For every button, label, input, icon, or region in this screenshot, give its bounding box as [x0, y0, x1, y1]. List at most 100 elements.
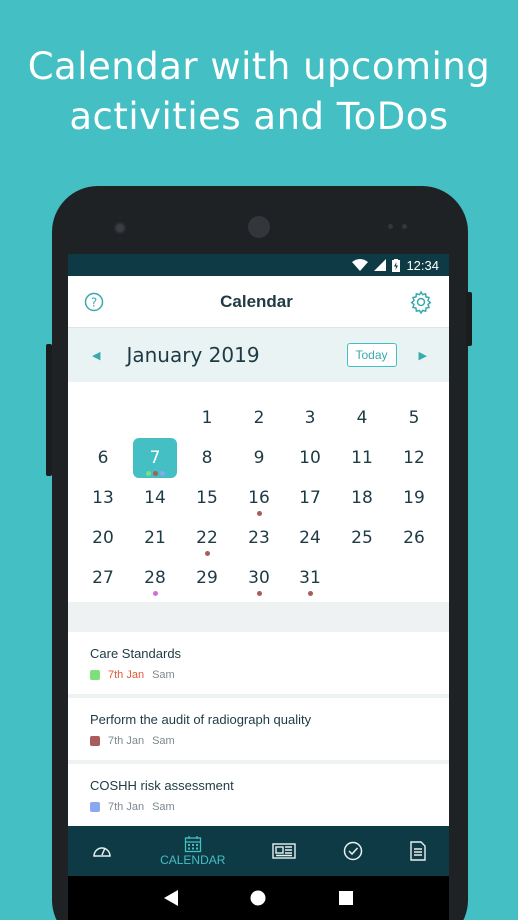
- calendar-day-number: 29: [196, 568, 218, 588]
- checkmark-circle-icon[interactable]: [343, 841, 363, 861]
- system-navigation-bar: [68, 876, 449, 920]
- calendar-day-number: 12: [403, 448, 425, 468]
- task-date: 7th Jan: [108, 735, 145, 747]
- calendar-day[interactable]: 17: [288, 478, 332, 518]
- nav-calendar[interactable]: CALENDAR: [160, 835, 225, 867]
- status-bar: 12:34: [68, 254, 449, 276]
- calendar-grid: 1 2 3 4 5 6 7 8 9 10 11 12 13 14 15 16 17 18 19 20 21 22 23 24 2…: [68, 382, 449, 602]
- calendar-day-number: 19: [403, 488, 425, 508]
- calendar-day[interactable]: 8: [185, 438, 229, 478]
- calendar-day[interactable]: 4: [340, 398, 384, 438]
- calendar-day[interactable]: 24: [288, 518, 332, 558]
- calendar-day-selected[interactable]: 7: [133, 438, 177, 478]
- calendar-day-number: 1: [201, 408, 213, 428]
- calendar-day[interactable]: 14: [133, 478, 177, 518]
- task-color-marker: [90, 736, 100, 746]
- calendar-day-number: 15: [196, 488, 218, 508]
- calendar-day[interactable]: 6: [81, 438, 125, 478]
- calendar-day-number: 18: [351, 488, 373, 508]
- task-date: 7th Jan: [108, 669, 145, 681]
- calendar-day-number: 27: [92, 568, 114, 588]
- calendar-day[interactable]: 28: [133, 558, 177, 598]
- event-dot: [204, 551, 210, 556]
- newspaper-icon[interactable]: [272, 842, 296, 860]
- headline-line-2: activities and ToDos: [69, 95, 449, 138]
- event-markers: [133, 471, 177, 476]
- task-title: Care Standards: [90, 646, 182, 661]
- task-meta: 7th Jan Sam: [90, 669, 427, 681]
- back-icon[interactable]: [164, 890, 179, 906]
- event-dot: [256, 511, 262, 516]
- document-icon[interactable]: [409, 841, 426, 861]
- home-icon[interactable]: [250, 890, 266, 906]
- calendar-day-number: 9: [253, 448, 265, 468]
- calendar-day[interactable]: 3: [288, 398, 332, 438]
- calendar-day[interactable]: 13: [81, 478, 125, 518]
- front-camera: [114, 222, 126, 234]
- today-button[interactable]: Today: [346, 343, 397, 367]
- recents-icon[interactable]: [338, 891, 353, 905]
- calendar-day[interactable]: 27: [81, 558, 125, 598]
- calendar-icon: [184, 836, 201, 853]
- task-assignee: Sam: [152, 801, 175, 813]
- task-assignee: Sam: [152, 669, 175, 681]
- nav-calendar-label: CALENDAR: [160, 853, 226, 867]
- calendar-day-number: 25: [351, 528, 373, 548]
- dashboard-icon[interactable]: [91, 840, 113, 862]
- calendar-day[interactable]: 25: [340, 518, 384, 558]
- svg-text:?: ?: [91, 295, 97, 309]
- calendar-day[interactable]: 16: [237, 478, 281, 518]
- calendar-day[interactable]: 29: [185, 558, 229, 598]
- wifi-icon: [352, 259, 369, 271]
- calendar-day[interactable]: 1: [185, 398, 229, 438]
- task-item[interactable]: Perform the audit of radiograph quality 7…: [68, 698, 449, 760]
- month-header: ◀ January 2019 Today ▶: [68, 328, 449, 382]
- month-title: January 2019: [126, 343, 260, 367]
- help-icon[interactable]: ?: [84, 292, 104, 312]
- event-markers: [288, 591, 332, 596]
- gear-icon[interactable]: [409, 290, 433, 314]
- calendar-day[interactable]: 11: [340, 438, 384, 478]
- calendar-day[interactable]: 23: [237, 518, 281, 558]
- earpiece-speaker: [248, 216, 270, 238]
- calendar-day[interactable]: 5: [392, 398, 436, 438]
- calendar-day[interactable]: 19: [392, 478, 436, 518]
- calendar-day[interactable]: 15: [185, 478, 229, 518]
- calendar-day[interactable]: 18: [340, 478, 384, 518]
- prev-month-icon[interactable]: ◀: [92, 349, 100, 362]
- calendar-day-number: 21: [144, 528, 166, 548]
- task-item[interactable]: COSHH risk assessment 7th Jan Sam: [68, 764, 449, 826]
- calendar-day-number: 11: [351, 448, 373, 468]
- calendar-day-number: 13: [92, 488, 114, 508]
- page-title: Calendar: [220, 291, 293, 311]
- task-assignee: Sam: [152, 735, 175, 747]
- status-time: 12:34: [406, 257, 439, 273]
- calendar-day[interactable]: 20: [81, 518, 125, 558]
- app-bar: ? Calendar: [68, 276, 449, 328]
- calendar-day[interactable]: 31: [288, 558, 332, 598]
- calendar-day[interactable]: 9: [237, 438, 281, 478]
- calendar-day[interactable]: 2: [237, 398, 281, 438]
- headline: Calendar with upcoming activities and To…: [0, 42, 518, 142]
- calendar-day[interactable]: 22: [185, 518, 229, 558]
- task-item[interactable]: Care Standards 7th Jan Sam: [68, 632, 449, 694]
- calendar-day[interactable]: 12: [392, 438, 436, 478]
- power-button: [466, 292, 472, 346]
- event-markers: [133, 591, 177, 596]
- calendar-day-number: 20: [92, 528, 114, 548]
- calendar-day-number: 24: [299, 528, 321, 548]
- task-color-marker: [90, 802, 100, 812]
- calendar-day[interactable]: 10: [288, 438, 332, 478]
- calendar-day[interactable]: 26: [392, 518, 436, 558]
- calendar-day[interactable]: 21: [133, 518, 177, 558]
- calendar-day[interactable]: 30: [237, 558, 281, 598]
- sensor: [402, 224, 407, 229]
- next-month-icon[interactable]: ▶: [419, 349, 427, 362]
- event-dot: [152, 471, 158, 476]
- calendar-day-number: 2: [253, 408, 265, 428]
- task-color-marker: [90, 670, 100, 680]
- event-dot: [256, 591, 262, 596]
- calendar-day-number: 6: [97, 448, 109, 468]
- event-dot: [152, 591, 158, 596]
- event-markers: [185, 551, 229, 556]
